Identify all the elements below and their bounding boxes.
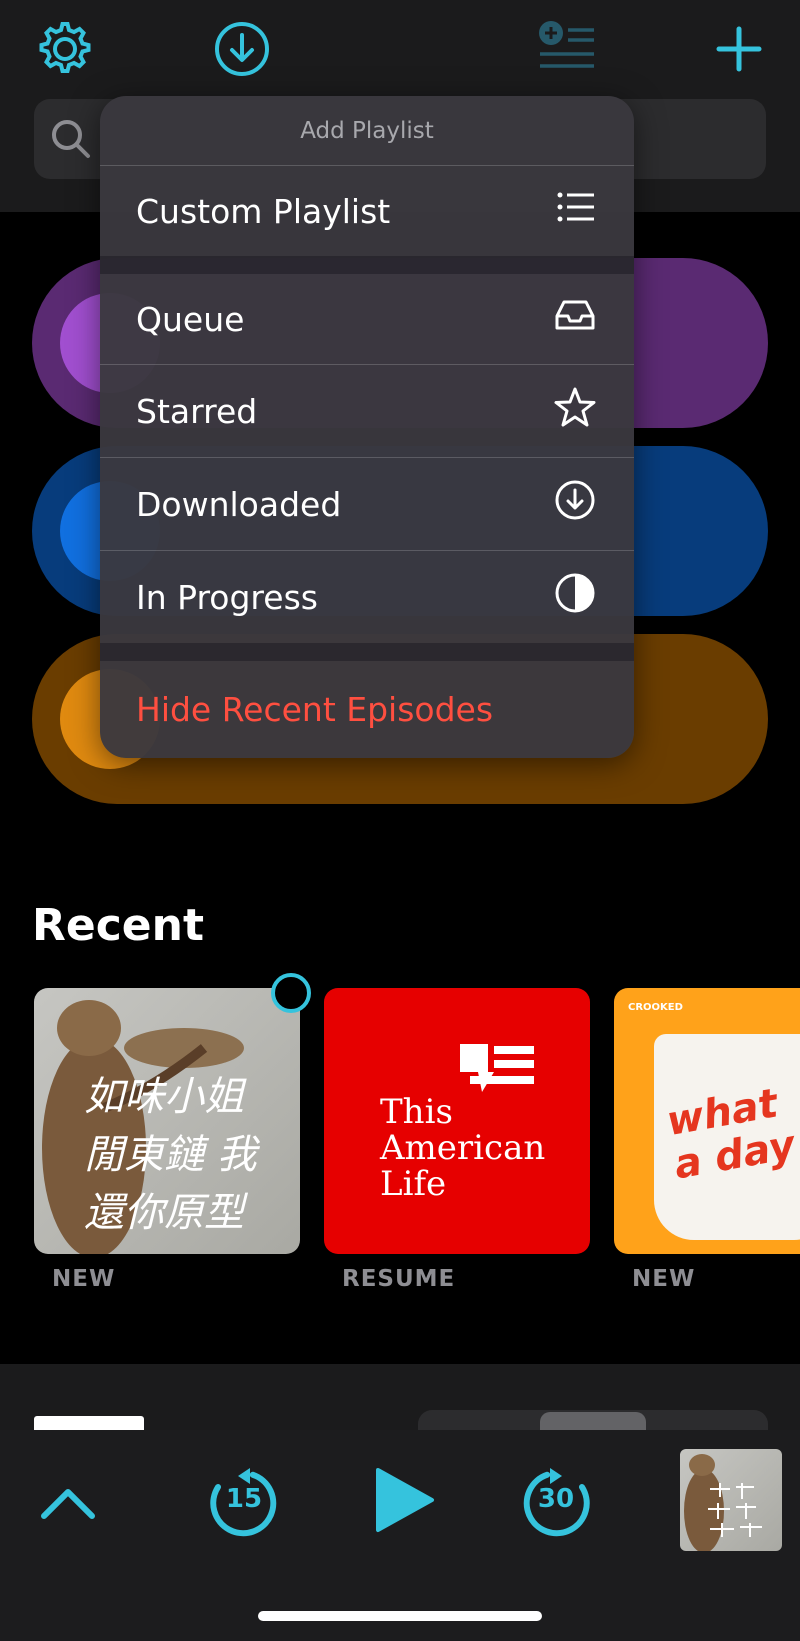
menu-item-label: Hide Recent Episodes — [136, 690, 494, 729]
recent-status-label: RESUME — [342, 1266, 456, 1292]
menu-item-label: Queue — [136, 299, 245, 339]
crooked-brand-label: CROOKED — [628, 1002, 683, 1013]
now-playing-artwork[interactable] — [680, 1449, 782, 1551]
recent-status-label: NEW — [52, 1266, 116, 1292]
add-playlist-icon[interactable] — [538, 20, 594, 72]
search-icon — [50, 118, 92, 160]
home-indicator — [258, 1611, 542, 1621]
menu-item-in-progress[interactable]: In Progress — [100, 551, 634, 643]
half-circle-icon — [554, 572, 596, 622]
list-icon — [554, 186, 596, 236]
menu-item-custom-playlist[interactable]: Custom Playlist — [100, 166, 634, 256]
inbox-tray-icon — [554, 294, 596, 344]
menu-item-queue[interactable]: Queue — [100, 274, 634, 364]
download-circle-icon[interactable] — [214, 21, 270, 77]
lower-section-title-fragment — [34, 1416, 144, 1430]
skip-back-seconds: 15 — [225, 1484, 263, 1514]
menu-item-starred[interactable]: Starred — [100, 365, 634, 457]
menu-item-hide-recent-episodes[interactable]: Hide Recent Episodes — [100, 661, 634, 758]
menu-section-gap — [100, 643, 634, 661]
skip-forward-seconds: 30 — [537, 1484, 575, 1514]
cat-artwork-title: 如味小姐 閒東鏈 我還你原型 — [84, 1074, 257, 1236]
recent-artwork-this-american-life[interactable]: This American Life — [324, 988, 590, 1254]
add-playlist-menu: Add Playlist Custom Playlist Queue Starr… — [100, 96, 634, 758]
plus-icon[interactable] — [716, 26, 762, 72]
recent-section-title: Recent — [32, 900, 205, 951]
recent-artwork-what-a-day[interactable]: CROOKED what a day — [614, 988, 800, 1254]
settings-gear-icon[interactable] — [36, 20, 94, 78]
menu-item-label: Starred — [136, 391, 258, 431]
chevron-up-icon[interactable] — [40, 1484, 96, 1520]
skip-forward-30-button[interactable]: 30 — [520, 1466, 592, 1538]
menu-title: Add Playlist — [300, 118, 434, 144]
menu-item-label: Downloaded — [136, 484, 342, 524]
menu-item-label: Custom Playlist — [136, 191, 391, 231]
recent-artwork-cat[interactable]: 如味小姐 閒東鏈 我還你原型 — [34, 988, 300, 1254]
unplayed-ring-icon — [270, 972, 312, 1014]
download-circle-icon — [554, 479, 596, 529]
skip-back-15-button[interactable]: 15 — [208, 1466, 280, 1538]
play-icon[interactable] — [372, 1466, 436, 1534]
menu-section-gap — [100, 256, 634, 274]
cat-artwork-thumbnail — [684, 1454, 762, 1551]
recent-status-label: NEW — [632, 1266, 696, 1292]
menu-item-downloaded[interactable]: Downloaded — [100, 458, 634, 550]
star-icon — [554, 386, 596, 436]
tal-artwork-title: This American Life — [380, 1092, 546, 1204]
menu-item-label: In Progress — [136, 577, 318, 617]
